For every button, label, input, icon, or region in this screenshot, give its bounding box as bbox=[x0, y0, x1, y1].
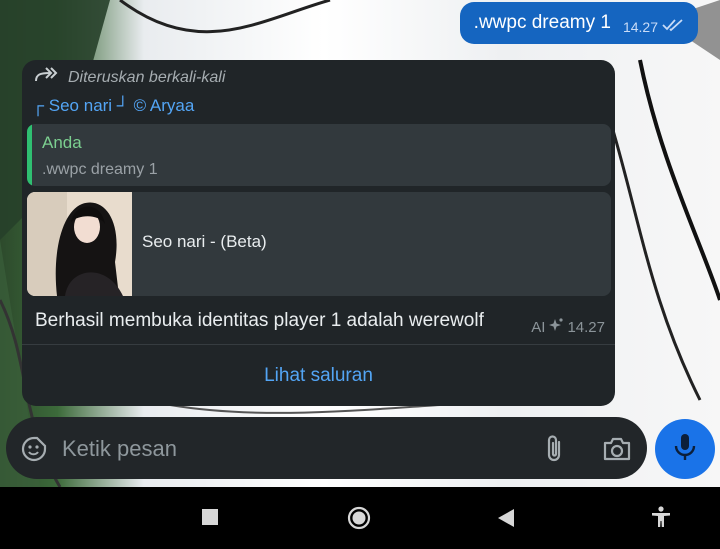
message-input[interactable]: Ketik pesan bbox=[62, 436, 177, 462]
nav-back-icon[interactable] bbox=[498, 509, 514, 532]
view-channel-button[interactable]: Lihat saluran bbox=[22, 365, 615, 387]
quote-bar bbox=[27, 124, 32, 186]
quote-author: Anda bbox=[42, 133, 82, 152]
forwarded-text: Diteruskan berkali-kali bbox=[68, 68, 226, 86]
divider bbox=[22, 344, 615, 345]
forwarded-message-card[interactable]: Diteruskan berkali-kali ┌ Seo nari ┘ © A… bbox=[22, 60, 615, 406]
forwarded-label: Diteruskan berkali-kali bbox=[34, 67, 225, 88]
sparkle-icon bbox=[549, 318, 564, 336]
message-time: 14.27 bbox=[567, 318, 605, 336]
outgoing-message-bubble[interactable]: .wwpc dreamy 1 14.27 bbox=[459, 2, 698, 44]
camera-icon[interactable] bbox=[602, 436, 632, 467]
attach-icon[interactable] bbox=[544, 434, 566, 469]
preview-thumbnail bbox=[27, 192, 132, 296]
nav-recents-icon[interactable] bbox=[202, 509, 218, 530]
forward-icon bbox=[34, 67, 58, 88]
emoji-icon[interactable] bbox=[20, 435, 48, 468]
mic-button[interactable] bbox=[655, 419, 715, 479]
quoted-message[interactable]: Anda .wwpc dreamy 1 bbox=[27, 124, 611, 186]
message-meta: AI 14.27 bbox=[531, 318, 605, 336]
outgoing-message-text: .wwpc dreamy 1 bbox=[473, 12, 611, 33]
double-check-icon bbox=[662, 18, 684, 37]
mic-icon bbox=[673, 432, 697, 467]
accessibility-icon[interactable] bbox=[651, 506, 671, 533]
quote-text: .wwpc dreamy 1 bbox=[42, 161, 158, 178]
preview-title: Seo nari - (Beta) bbox=[142, 232, 267, 251]
message-composer[interactable]: Ketik pesan bbox=[6, 417, 647, 479]
ai-label: AI bbox=[531, 318, 546, 336]
channel-name[interactable]: ┌ Seo nari ┘ © Aryaa bbox=[32, 96, 194, 116]
message-text: Berhasil membuka identitas player 1 adal… bbox=[35, 310, 484, 331]
nav-home-icon[interactable] bbox=[347, 506, 371, 535]
system-navigation-bar bbox=[0, 487, 720, 549]
outgoing-message-time: 14.27 bbox=[622, 19, 658, 35]
link-preview[interactable]: Seo nari - (Beta) bbox=[27, 192, 611, 296]
